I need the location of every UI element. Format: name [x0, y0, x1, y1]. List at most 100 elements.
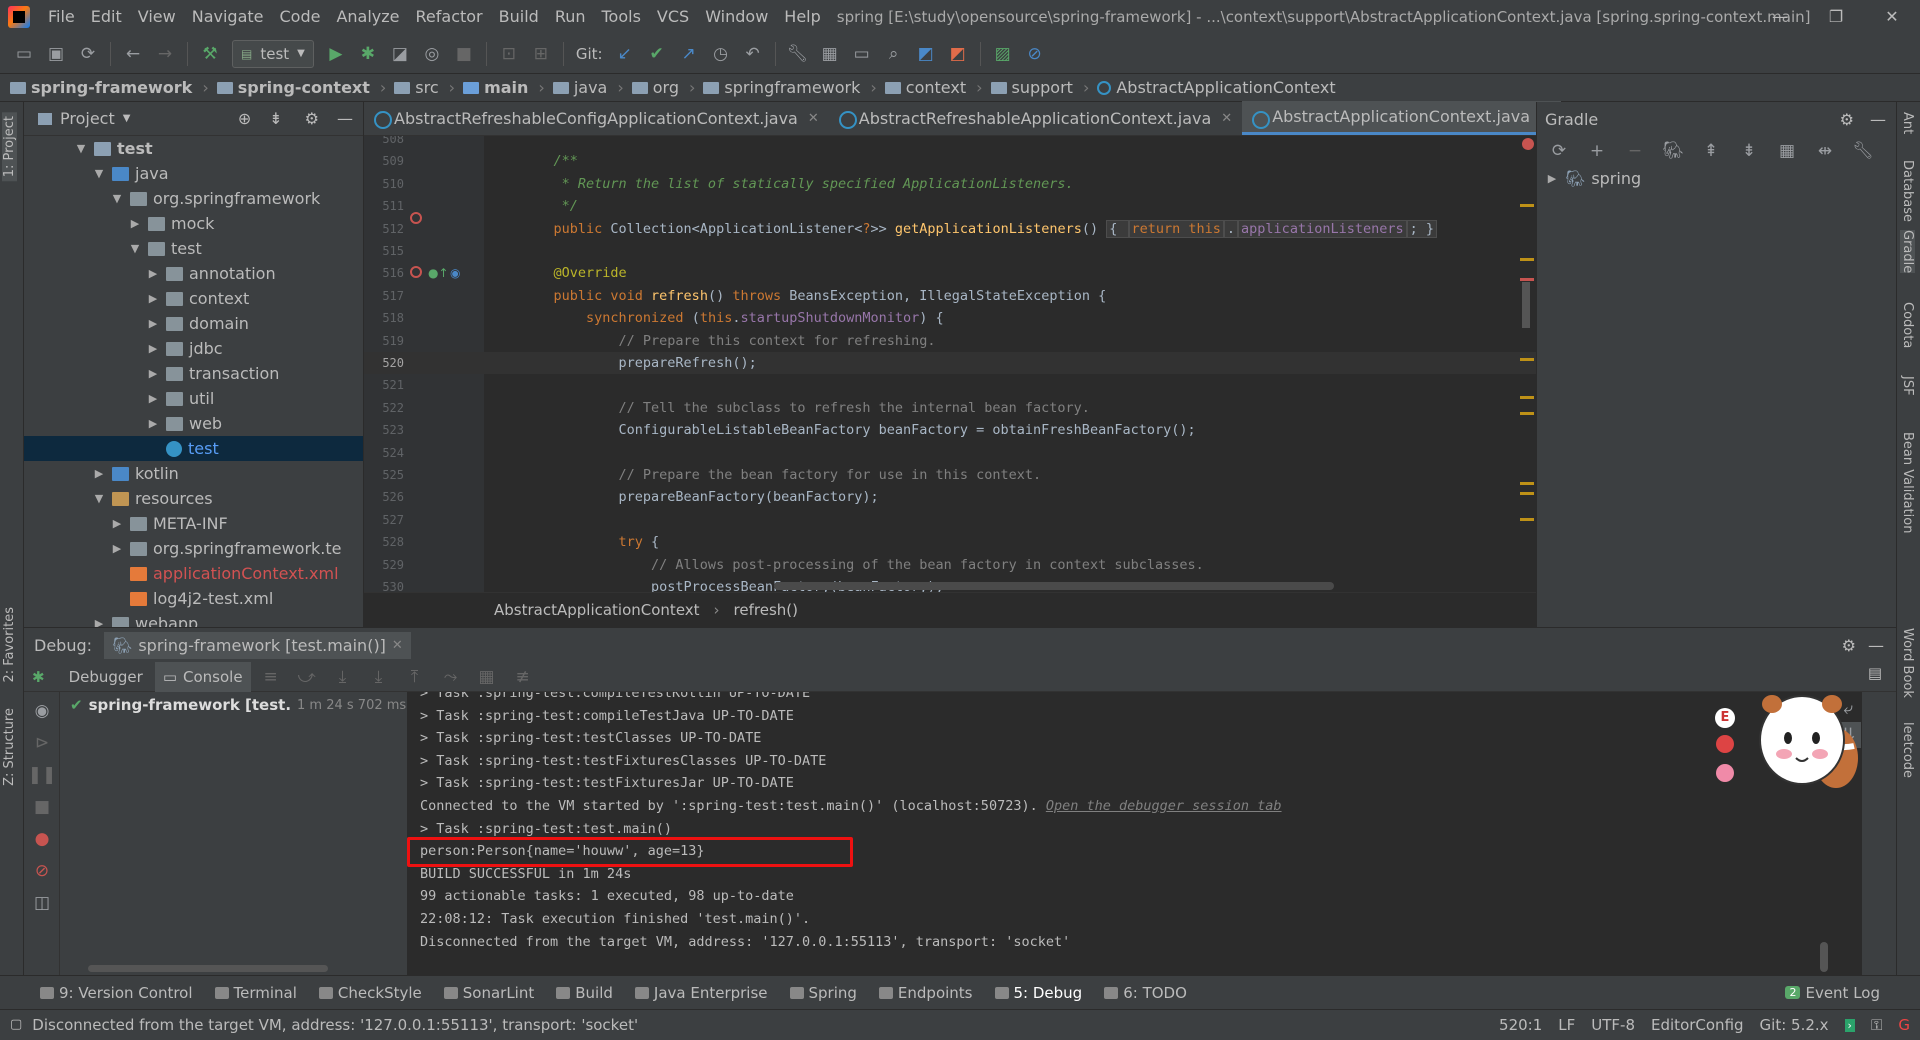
- close-icon[interactable]: ✕: [1221, 111, 1232, 126]
- favorites-tool-tab[interactable]: 2: Favorites: [2, 607, 17, 683]
- git-branch[interactable]: Git: 5.2.x: [1760, 1016, 1829, 1034]
- code-line[interactable]: 523 ConfigurableListableBeanFactory bean…: [364, 419, 1536, 441]
- execute-gradle-task-icon[interactable]: 🐘︎: [1660, 138, 1686, 164]
- editor-crumb-class[interactable]: AbstractApplicationContext: [494, 601, 700, 619]
- tree-node[interactable]: ▼ org.springframework: [24, 186, 363, 211]
- right-tool-tab-gradle[interactable]: Gradle: [1900, 230, 1915, 274]
- forward-arrow-icon[interactable]: →: [152, 41, 178, 67]
- menu-view[interactable]: View: [130, 0, 184, 34]
- code-line[interactable]: 515: [364, 240, 1536, 262]
- code-line[interactable]: 529 // Allows post-processing of the bea…: [364, 554, 1536, 576]
- horizontal-scrollbar[interactable]: [774, 582, 1334, 590]
- chevron-right-icon[interactable]: ▶: [146, 367, 160, 380]
- lock-icon[interactable]: ⚿: [1871, 1016, 1882, 1034]
- console-output[interactable]: > Task :spring-test:compileTestKotlin UP…: [408, 692, 1862, 976]
- git-history-icon[interactable]: ◷: [708, 41, 734, 67]
- tree-node[interactable]: ▶ kotlin: [24, 461, 363, 486]
- build-settings-wrench-icon[interactable]: 🔧︎: [1850, 138, 1876, 164]
- breadcrumb-item[interactable]: context: [884, 78, 966, 97]
- tool-window-button[interactable]: Java Enterprise: [634, 984, 768, 1002]
- right-tool-tab-word-book[interactable]: Word Book: [1900, 628, 1915, 698]
- chevron-down-icon[interactable]: ▼: [128, 242, 142, 255]
- chevron-down-icon[interactable]: ▼: [92, 492, 106, 505]
- menu-navigate[interactable]: Navigate: [184, 0, 272, 34]
- code-line[interactable]: 519 // Prepare this context for refreshi…: [364, 330, 1536, 352]
- console-vertical-scrollbar[interactable]: [1820, 942, 1828, 972]
- chevron-right-icon[interactable]: ▶: [146, 417, 160, 430]
- tree-node[interactable]: ▶ web: [24, 411, 363, 436]
- build-hammer-icon[interactable]: ⚒: [197, 41, 223, 67]
- chevron-right-icon[interactable]: ▶: [110, 517, 124, 530]
- gear-icon[interactable]: ⚙: [305, 109, 319, 128]
- breadcrumb-item[interactable]: main: [463, 78, 528, 97]
- search-icon[interactable]: ⌕: [881, 41, 907, 67]
- chevron-right-icon[interactable]: ▶: [146, 392, 160, 405]
- minimize-button[interactable]: —: [1752, 0, 1808, 34]
- run-with-coverage-icon[interactable]: ◪: [387, 41, 413, 67]
- run-to-cursor-icon[interactable]: ⤳: [438, 664, 464, 690]
- show-execution-point-icon[interactable]: ⤻: [294, 664, 320, 690]
- chevron-down-icon[interactable]: ▼: [92, 167, 106, 180]
- chevron-right-icon[interactable]: ▶: [92, 617, 106, 627]
- remove-icon[interactable]: −: [1622, 138, 1648, 164]
- menu-run[interactable]: Run: [547, 0, 594, 34]
- statistic-chart-icon[interactable]: ▨: [990, 41, 1016, 67]
- camera-icon[interactable]: ◫: [29, 890, 55, 916]
- project-structure-icon[interactable]: ▦: [817, 41, 843, 67]
- frame-row[interactable]: ✔ spring-framework [test. 1 m 24 s 702 m…: [60, 692, 407, 718]
- evaluate-expression-icon[interactable]: ▦: [474, 664, 500, 690]
- tool-window-button[interactable]: SonarLint: [443, 984, 534, 1002]
- warning-marker[interactable]: [1520, 482, 1534, 485]
- code-line[interactable]: 508: [364, 136, 1536, 150]
- close-button[interactable]: ✕: [1864, 0, 1920, 34]
- chevron-down-icon[interactable]: ▼: [74, 142, 88, 155]
- git-push-icon[interactable]: ↗: [676, 41, 702, 67]
- warning-marker[interactable]: [1520, 358, 1534, 361]
- menu-build[interactable]: Build: [491, 0, 547, 34]
- breadcrumb-item[interactable]: support: [990, 78, 1073, 97]
- pause-icon[interactable]: ❚❚: [28, 762, 57, 788]
- chevron-down-icon[interactable]: ▼: [123, 113, 131, 124]
- git-rollback-icon[interactable]: ↶: [740, 41, 766, 67]
- code-line[interactable]: 528 try {: [364, 531, 1536, 553]
- structure-tool-tab[interactable]: Z: Structure: [2, 708, 17, 786]
- menu-vcs[interactable]: VCS: [649, 0, 697, 34]
- tool-window-button[interactable]: Endpoints: [878, 984, 973, 1002]
- code-line[interactable]: 526 prepareBeanFactory(beanFactory);: [364, 486, 1536, 508]
- save-all-icon[interactable]: ▣: [43, 41, 69, 67]
- scroll-marker-stripe[interactable]: [1518, 136, 1536, 592]
- git-commit-icon[interactable]: ✔: [644, 41, 670, 67]
- gear-icon[interactable]: ⚙: [1840, 110, 1854, 129]
- tool-window-button[interactable]: 6: TODO: [1104, 984, 1187, 1002]
- debug-bug-icon[interactable]: ✱: [355, 41, 381, 67]
- bean-icon[interactable]: ◉: [450, 266, 460, 280]
- console-tab[interactable]: ▭ Console: [154, 661, 251, 692]
- chevron-right-icon[interactable]: ▶: [146, 292, 160, 305]
- frames-scrollbar[interactable]: [88, 965, 328, 972]
- override-method-icon[interactable]: [410, 212, 422, 224]
- code-area[interactable]: 508 509 /** 510 * Return the list of stati…: [364, 136, 1536, 592]
- menu-window[interactable]: Window: [697, 0, 776, 34]
- collapse-all-icon[interactable]: ⇟: [1736, 138, 1762, 164]
- chevron-right-icon[interactable]: ▶: [146, 342, 160, 355]
- breadcrumb-item[interactable]: spring-context: [216, 78, 370, 97]
- breadcrumb-item[interactable]: spring-framework: [10, 78, 192, 97]
- chevron-right-icon[interactable]: ▶: [128, 217, 142, 230]
- menu-tools[interactable]: Tools: [594, 0, 649, 34]
- view-breakpoints-icon[interactable]: ●: [29, 826, 55, 852]
- sync-icon[interactable]: ⟳: [75, 41, 101, 67]
- code-line[interactable]: 521: [364, 374, 1536, 396]
- floating-record-icon[interactable]: [1716, 735, 1734, 753]
- code-line[interactable]: 524: [364, 442, 1536, 464]
- code-line[interactable]: 511 */: [364, 195, 1536, 217]
- floating-flower-icon[interactable]: [1716, 764, 1734, 782]
- frames-menu-icon[interactable]: ≡: [258, 664, 284, 690]
- event-log-button[interactable]: 2 Event Log: [1785, 984, 1880, 1002]
- tree-node[interactable]: ▶ domain: [24, 311, 363, 336]
- tree-node[interactable]: log4j2-test.xml: [24, 586, 363, 611]
- hide-panel-icon[interactable]: —: [1868, 636, 1884, 655]
- stop-icon[interactable]: ■: [29, 794, 55, 820]
- override-method-icon[interactable]: [410, 266, 422, 278]
- tree-node[interactable]: test: [24, 436, 363, 461]
- code-line[interactable]: 525 // Prepare the bean factory for use …: [364, 464, 1536, 486]
